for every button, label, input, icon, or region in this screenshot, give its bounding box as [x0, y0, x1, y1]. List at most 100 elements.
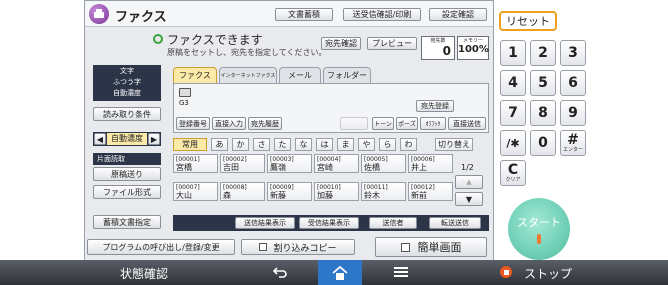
direct-input-button[interactable]: 直接入力 — [212, 117, 246, 130]
app-title: ファクス — [115, 10, 167, 25]
scan-settings-button[interactable]: 読み取り条件 — [93, 107, 161, 121]
interrupt-copy-button[interactable]: 割り込みコピー — [241, 239, 355, 255]
density-lighter-button[interactable]: ◀ — [94, 133, 106, 145]
rx-result-button[interactable]: 受信結果表示 — [299, 217, 359, 229]
tab-mail[interactable]: メール — [279, 67, 321, 83]
index-key-ra[interactable]: ら — [379, 138, 396, 151]
density-darker-button[interactable]: ▶ — [148, 133, 160, 145]
tx-rx-check-button[interactable]: 送受信確認/印刷 — [343, 8, 421, 21]
index-key-ma[interactable]: ま — [337, 138, 354, 151]
key-9[interactable]: 9 — [560, 100, 586, 126]
reset-button[interactable]: リセット — [499, 11, 557, 31]
key-6[interactable]: 6 — [560, 70, 586, 96]
dest-item[interactable]: [00002] 吉田 — [220, 154, 265, 173]
pause-button[interactable]: ポーズ — [396, 117, 418, 130]
dest-item[interactable]: [00012] 新前 — [408, 182, 453, 201]
dest-item[interactable]: [00011] 鈴木 — [361, 182, 406, 201]
stored-file-button[interactable]: 蓄積文書指定 — [93, 215, 161, 229]
dest-code: [00011] — [364, 184, 388, 191]
dest-item[interactable]: [00009] 新藤 — [267, 182, 312, 201]
dest-item[interactable]: [00008] 森 — [220, 182, 265, 201]
dest-name: 井上 — [411, 163, 427, 172]
index-key-na[interactable]: な — [295, 138, 312, 151]
density-label: 自動濃度 — [107, 133, 147, 145]
index-key-sa[interactable]: さ — [253, 138, 270, 151]
dest-count-value: 0 — [442, 44, 451, 58]
fax-screen: ファクス 文書蓄積 送受信確認/印刷 設定確認 ファクスできます 原稿をセットし… — [84, 0, 494, 262]
back-arrow-icon[interactable] — [272, 264, 288, 283]
stop-button[interactable]: ストップ — [524, 265, 572, 282]
dest-code: [00005] — [364, 156, 388, 163]
dest-item[interactable]: [00001] 宮橋 — [173, 154, 218, 173]
program-button[interactable]: プログラムの呼び出し/登録/変更 — [87, 239, 235, 255]
simple-screen-label: 簡単画面 — [417, 241, 462, 254]
status-check-button[interactable]: 状態確認 — [120, 265, 168, 282]
tab-internet-fax[interactable]: インターネットファクス — [219, 67, 277, 83]
tx-result-button[interactable]: 送信結果表示 — [235, 217, 295, 229]
g3-label: G3 — [179, 99, 189, 107]
dest-code: [00002] — [223, 156, 247, 163]
clear-key-label: C — [507, 162, 519, 178]
on-hook-button[interactable]: ｵﾌﾌｯｸ — [420, 117, 446, 130]
preview-button[interactable]: プレビュー — [367, 37, 417, 50]
reg-number-button[interactable]: 登録番号 — [176, 117, 210, 130]
key-hash[interactable]: # エンター — [560, 130, 586, 156]
index-switch-button[interactable]: 切り替え — [435, 138, 473, 151]
subaddress-button[interactable] — [340, 117, 368, 130]
send-mode-button[interactable]: 原稿送り — [93, 167, 161, 181]
key-3[interactable]: 3 — [560, 40, 586, 66]
dest-history-button[interactable]: 宛先履歴 — [248, 117, 282, 130]
index-key-ya[interactable]: や — [358, 138, 375, 151]
page-up-button[interactable]: ▲ — [455, 175, 483, 189]
key-asterisk[interactable]: /✱ — [500, 130, 526, 156]
sender-button[interactable]: 送信者 — [369, 217, 417, 229]
dest-item[interactable]: [00005] 佐橋 — [361, 154, 406, 173]
key-7[interactable]: 7 — [500, 100, 526, 126]
dest-item[interactable]: [00004] 宮崎 — [314, 154, 359, 173]
tab-fax[interactable]: ファクス — [173, 67, 217, 83]
simple-screen-checkbox — [400, 242, 410, 252]
dest-name: 新前 — [411, 191, 427, 200]
key-0[interactable]: 0 — [530, 130, 556, 156]
index-key-ha[interactable]: は — [316, 138, 333, 151]
index-key-ta[interactable]: た — [274, 138, 291, 151]
dest-item[interactable]: [00006] 井上 — [408, 154, 453, 173]
scan-mode-label: 片面読取 — [97, 155, 125, 163]
home-button[interactable] — [318, 260, 362, 285]
tone-button[interactable]: トーン — [372, 117, 394, 130]
simple-screen-button[interactable]: 簡単画面 — [375, 237, 487, 257]
key-5[interactable]: 5 — [530, 70, 556, 96]
forward-send-button[interactable]: 転送送信 — [429, 217, 481, 229]
dest-code: [00007] — [176, 184, 200, 191]
key-2[interactable]: 2 — [530, 40, 556, 66]
key-4[interactable]: 4 — [500, 70, 526, 96]
start-button-label: スタート — [517, 216, 561, 229]
dest-register-button[interactable]: 宛先登録 — [416, 100, 454, 112]
memory-value: 100% — [458, 44, 489, 55]
index-key-frequent[interactable]: 常用 — [173, 138, 207, 151]
ready-indicator-icon — [153, 34, 163, 44]
dest-code: [00009] — [270, 184, 294, 191]
clear-key[interactable]: C クリア — [500, 160, 526, 186]
dest-item[interactable]: [00007] 大山 — [173, 182, 218, 201]
direct-send-button[interactable]: 直接送信 — [448, 117, 486, 130]
quality-line-1: 文字 — [120, 67, 134, 75]
index-key-a[interactable]: あ — [211, 138, 228, 151]
dest-name: 新藤 — [270, 191, 286, 200]
index-key-ka[interactable]: か — [232, 138, 249, 151]
dest-item[interactable]: [00003] 鷹嶺 — [267, 154, 312, 173]
tab-folder[interactable]: フォルダー — [323, 67, 371, 83]
dest-item[interactable]: [00010] 加藤 — [314, 182, 359, 201]
key-1[interactable]: 1 — [500, 40, 526, 66]
dest-check-button[interactable]: 宛先確認 — [321, 37, 361, 50]
settings-check-button[interactable]: 設定確認 — [429, 8, 487, 21]
key-hash-label: # — [567, 131, 579, 148]
stored-docs-button[interactable]: 文書蓄積 — [275, 8, 333, 21]
start-button[interactable]: スタート — [508, 198, 570, 260]
index-key-wa[interactable]: わ — [400, 138, 417, 151]
file-type-button[interactable]: ファイル形式 — [93, 185, 161, 199]
page-down-button[interactable]: ▼ — [455, 192, 483, 206]
dest-count-box: 宛先数 0 — [421, 36, 455, 60]
key-8[interactable]: 8 — [530, 100, 556, 126]
menu-icon[interactable] — [394, 266, 408, 281]
